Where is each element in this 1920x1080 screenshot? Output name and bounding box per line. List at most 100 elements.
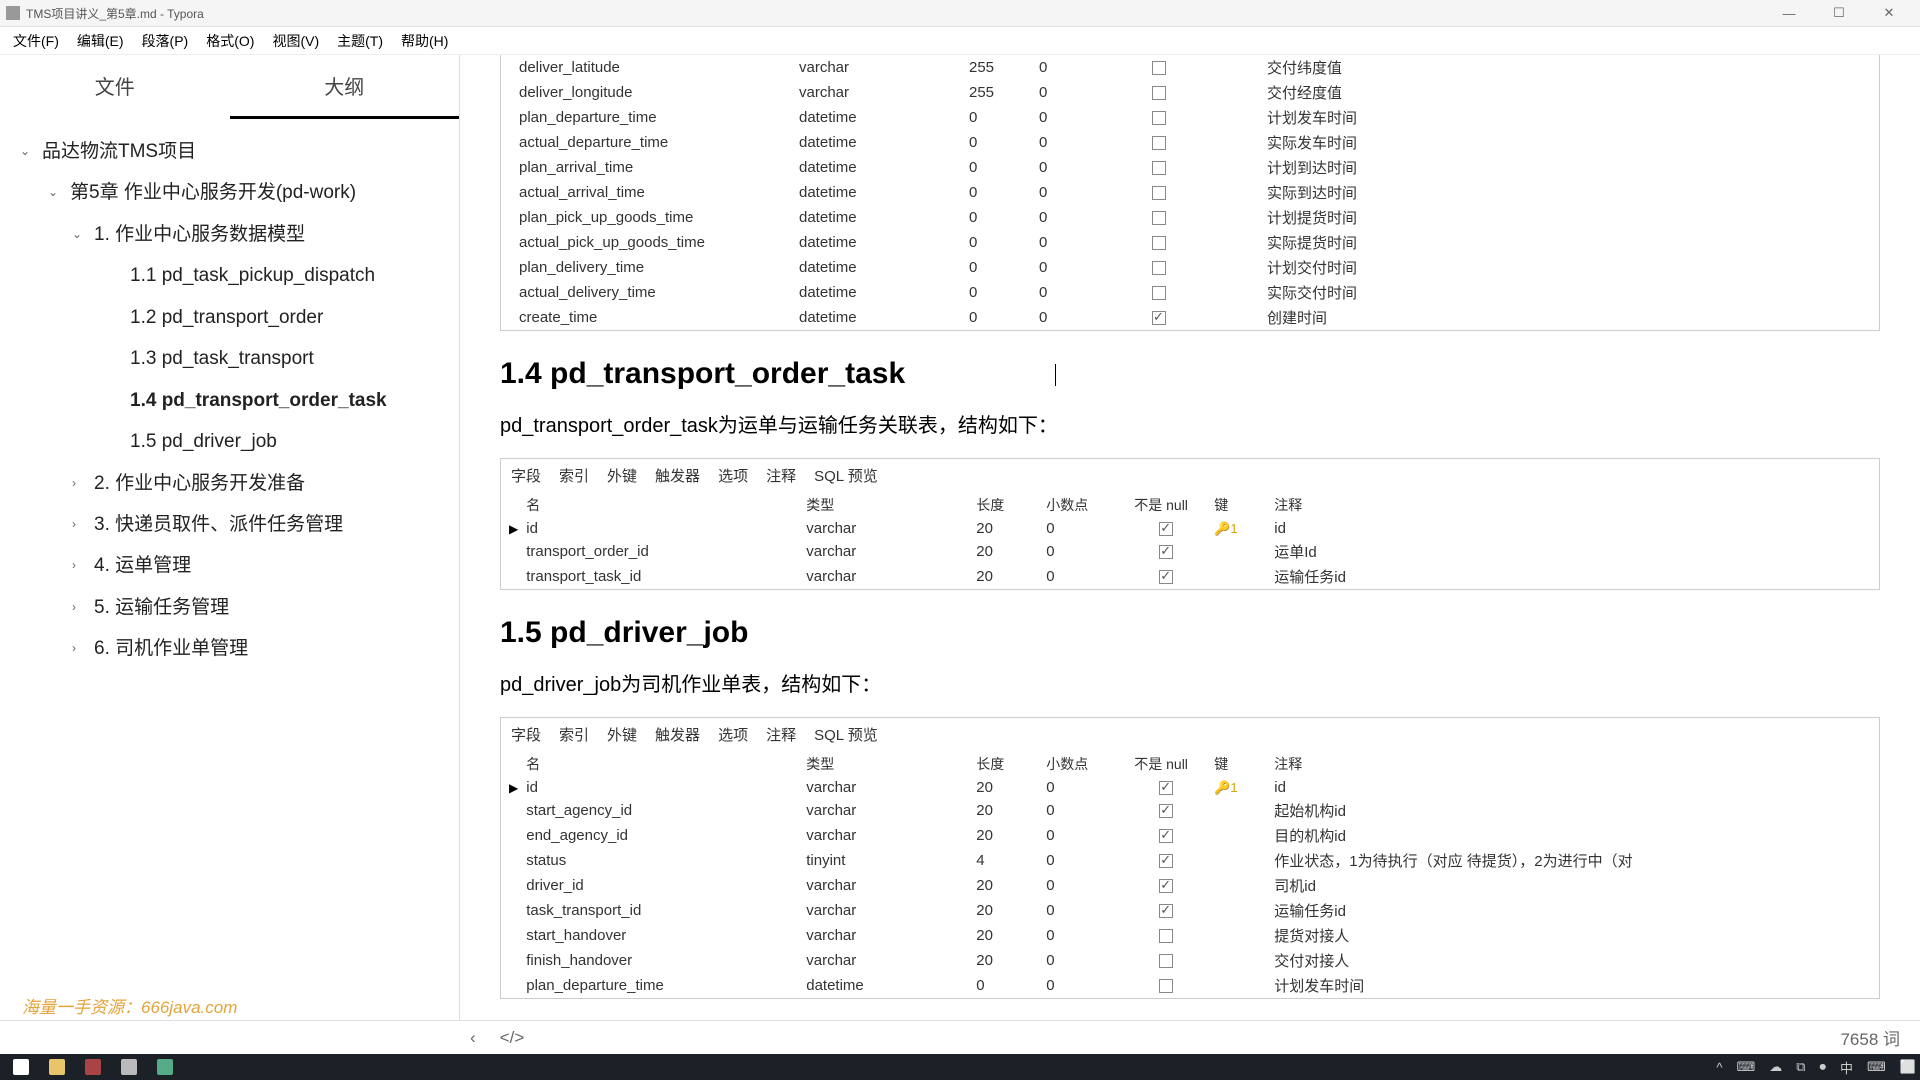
outline-item[interactable]: 6. 司机作业单管理 — [8, 628, 451, 669]
outline-item[interactable]: 1.4 pd_transport_order_task — [8, 380, 451, 421]
outline-item[interactable]: 1.1 pd_task_pickup_dispatch — [8, 255, 451, 296]
checkbox-icon — [1159, 522, 1173, 536]
table-row[interactable]: actual_arrival_timedatetime00实际到达时间 — [501, 180, 1879, 205]
minimize-button[interactable]: — — [1764, 6, 1814, 21]
taskbar-app-doc[interactable] — [112, 1056, 146, 1078]
menu-item[interactable]: 格式(O) — [197, 31, 263, 51]
close-button[interactable]: ✕ — [1864, 5, 1914, 21]
menu-item[interactable]: 段落(P) — [133, 31, 198, 51]
table-row[interactable]: ▶idvarchar200🔑1id — [501, 518, 1879, 539]
tray-icon[interactable]: ⌨ — [1867, 1059, 1886, 1075]
outline-item[interactable]: 5. 运输任务管理 — [8, 587, 451, 628]
tray-icon[interactable]: 中 — [1840, 1058, 1853, 1077]
outline-item[interactable]: 3. 快递员取件、派件任务管理 — [8, 504, 451, 545]
table-row[interactable]: finish_handovervarchar200交付对接人 — [501, 948, 1879, 973]
menu-item[interactable]: 编辑(E) — [68, 31, 133, 51]
checkbox-icon — [1152, 161, 1166, 175]
source-toggle[interactable]: </> — [500, 1028, 525, 1048]
table-row[interactable]: plan_arrival_timedatetime00计划到达时间 — [501, 155, 1879, 180]
table-row[interactable]: transport_order_idvarchar200运单Id — [501, 539, 1879, 564]
db-grid: deliver_latitudevarchar2550交付纬度值deliver_… — [501, 55, 1879, 330]
outline-item[interactable]: 1. 作业中心服务数据模型 — [8, 214, 451, 255]
checkbox-icon — [1159, 879, 1173, 893]
tray-icon[interactable]: ⧉ — [1796, 1059, 1805, 1075]
checkbox-icon — [1159, 804, 1173, 818]
table-row[interactable]: actual_pick_up_goods_timedatetime00实际提货时… — [501, 230, 1879, 255]
outline-label: 6. 司机作业单管理 — [94, 634, 248, 663]
checkbox-icon — [1159, 854, 1173, 868]
menu-item[interactable]: 视图(V) — [263, 31, 328, 51]
sidebar: 文件 大纲 品达物流TMS项目第5章 作业中心服务开发(pd-work)1. 作… — [0, 55, 460, 1020]
checkbox-icon — [1152, 261, 1166, 275]
system-tray[interactable]: ^ ⌨ ☁ ⧉ ⏺ 中 ⌨ ⬜ — [1716, 1058, 1916, 1077]
db-tab[interactable]: SQL 预览 — [814, 724, 878, 745]
table-row[interactable]: task_transport_idvarchar200运输任务id — [501, 898, 1879, 923]
db-tab[interactable]: 触发器 — [655, 724, 700, 745]
table-row[interactable]: deliver_longitudevarchar2550交付经度值 — [501, 80, 1879, 105]
db-tab[interactable]: 字段 — [511, 465, 541, 486]
table-row[interactable]: end_agency_idvarchar200目的机构id — [501, 823, 1879, 848]
checkbox-icon — [1152, 136, 1166, 150]
db-tab[interactable]: 外键 — [607, 465, 637, 486]
db-tab[interactable]: 注释 — [766, 465, 796, 486]
start-button[interactable] — [4, 1056, 38, 1078]
table-row[interactable]: plan_departure_timedatetime00计划发车时间 — [501, 105, 1879, 130]
db-tab[interactable]: 外键 — [607, 724, 637, 745]
outline-item[interactable]: 1.3 pd_task_transport — [8, 338, 451, 379]
db-tab[interactable]: 索引 — [559, 724, 589, 745]
table-row[interactable]: statustinyint40作业状态，1为待执行（对应 待提货），2为进行中（… — [501, 848, 1879, 873]
tray-icon[interactable]: ⏺ — [1820, 1059, 1827, 1075]
caret-icon — [72, 598, 88, 617]
tray-icon[interactable]: ⬜ — [1900, 1059, 1916, 1075]
table-row[interactable]: start_handovervarchar200提货对接人 — [501, 923, 1879, 948]
db-tabs: 字段索引外键触发器选项注释 SQL 预览 — [501, 718, 1879, 751]
outline-item[interactable]: 1.2 pd_transport_order — [8, 297, 451, 338]
tab-outline[interactable]: 大纲 — [230, 55, 460, 119]
taskbar-app-browser[interactable] — [148, 1056, 182, 1078]
table-row[interactable]: plan_delivery_timedatetime00计划交付时间 — [501, 255, 1879, 280]
caret-icon — [72, 515, 88, 534]
db-tab[interactable]: 触发器 — [655, 465, 700, 486]
db-tab[interactable]: 注释 — [766, 724, 796, 745]
desc-1-5: pd_driver_job为司机作业单表，结构如下： — [500, 668, 1880, 697]
db-tab[interactable]: 选项 — [718, 724, 748, 745]
db-tab[interactable]: SQL 预览 — [814, 465, 878, 486]
table-row[interactable]: driver_idvarchar200司机id — [501, 873, 1879, 898]
table-row[interactable]: ▶idvarchar200🔑1id — [501, 777, 1879, 798]
outline-item[interactable]: 1.5 pd_driver_job — [8, 421, 451, 462]
checkbox-icon — [1159, 954, 1173, 968]
outline-item[interactable]: 2. 作业中心服务开发准备 — [8, 463, 451, 504]
table-row[interactable]: start_agency_idvarchar200起始机构id — [501, 798, 1879, 823]
db-tab[interactable]: 索引 — [559, 465, 589, 486]
table-row[interactable]: plan_departure_timedatetime00计划发车时间 — [501, 973, 1879, 998]
checkbox-icon — [1152, 111, 1166, 125]
db-grid: 名类型长度小数点不是 null键注释▶idvarchar200🔑1idtrans… — [501, 492, 1879, 589]
table-row[interactable]: transport_task_idvarchar200运输任务id — [501, 564, 1879, 589]
outline-label: 2. 作业中心服务开发准备 — [94, 469, 305, 498]
document-content[interactable]: deliver_latitudevarchar2550交付纬度值deliver_… — [460, 55, 1920, 1020]
taskbar-app-ide[interactable] — [76, 1056, 110, 1078]
table-row[interactable]: deliver_latitudevarchar2550交付纬度值 — [501, 55, 1879, 80]
back-button[interactable]: ‹ — [470, 1028, 476, 1048]
db-table-task-transport: deliver_latitudevarchar2550交付纬度值deliver_… — [500, 55, 1880, 331]
taskbar-app-explorer[interactable] — [40, 1056, 74, 1078]
db-tab[interactable]: 选项 — [718, 465, 748, 486]
outline-item[interactable]: 4. 运单管理 — [8, 545, 451, 586]
tray-icon[interactable]: ⌨ — [1736, 1059, 1755, 1075]
menu-item[interactable]: 文件(F) — [4, 31, 68, 51]
tray-icon[interactable]: ☁ — [1769, 1059, 1782, 1075]
table-row[interactable]: actual_delivery_timedatetime00实际交付时间 — [501, 280, 1879, 305]
table-row[interactable]: actual_departure_timedatetime00实际发车时间 — [501, 130, 1879, 155]
menu-item[interactable]: 主题(T) — [328, 31, 392, 51]
outline-item[interactable]: 第5章 作业中心服务开发(pd-work) — [8, 172, 451, 213]
tab-file[interactable]: 文件 — [0, 55, 230, 119]
outline-item[interactable]: 品达物流TMS项目 — [8, 131, 451, 172]
table-row[interactable]: create_timedatetime00创建时间 — [501, 305, 1879, 330]
word-count: 7658 词 — [1840, 1025, 1900, 1050]
maximize-button[interactable]: ☐ — [1814, 5, 1864, 21]
outline-label: 1.2 pd_transport_order — [130, 303, 323, 332]
menu-item[interactable]: 帮助(H) — [392, 31, 457, 51]
table-row[interactable]: plan_pick_up_goods_timedatetime00计划提货时间 — [501, 205, 1879, 230]
tray-icon[interactable]: ^ — [1716, 1060, 1722, 1075]
db-tab[interactable]: 字段 — [511, 724, 541, 745]
